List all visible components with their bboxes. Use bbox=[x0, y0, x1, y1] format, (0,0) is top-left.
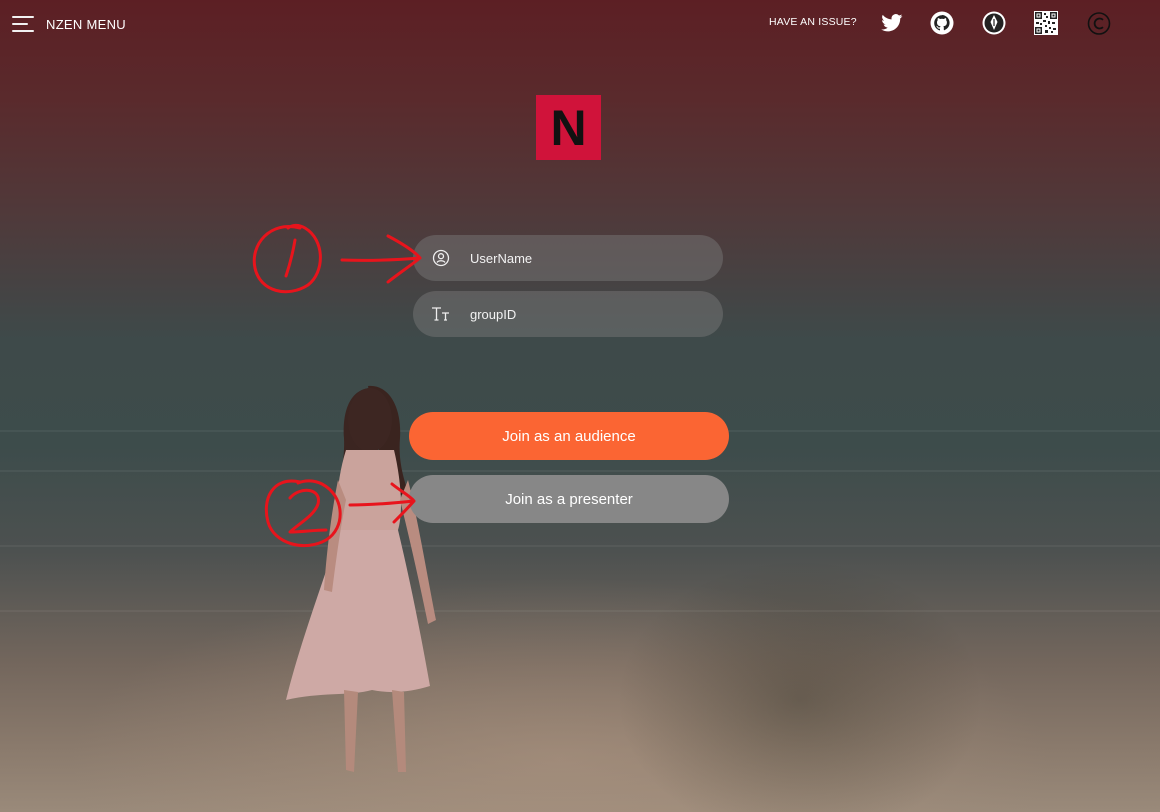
groupid-input[interactable] bbox=[468, 305, 702, 323]
background-wave bbox=[0, 545, 1160, 547]
text-format-icon bbox=[431, 304, 451, 324]
username-input[interactable] bbox=[468, 249, 702, 267]
annotation-numeral-1 bbox=[284, 238, 297, 278]
have-an-issue-link[interactable]: HAVE AN ISSUE? bbox=[769, 16, 857, 28]
join-audience-button[interactable]: Join as an audience bbox=[409, 412, 729, 460]
background-wave bbox=[0, 610, 1160, 612]
join-presenter-button[interactable]: Join as a presenter bbox=[409, 475, 729, 523]
qr-code-icon[interactable] bbox=[1034, 11, 1058, 35]
top-bar: NZEN MENU HAVE AN ISSUE? bbox=[0, 0, 1160, 48]
annotation-circle-1 bbox=[252, 223, 322, 294]
background-wave bbox=[0, 470, 1160, 472]
hamburger-icon bbox=[12, 15, 34, 33]
groupid-field[interactable] bbox=[413, 291, 723, 337]
annotation-arrow-1 bbox=[340, 234, 422, 284]
logo-letter: N bbox=[550, 99, 587, 156]
nzen-logo: N bbox=[536, 95, 601, 160]
pen-nib-icon[interactable] bbox=[982, 11, 1006, 35]
twitter-icon[interactable] bbox=[880, 11, 904, 35]
user-icon bbox=[431, 248, 451, 268]
menu-label: NZEN MENU bbox=[46, 16, 126, 32]
github-icon[interactable] bbox=[930, 11, 954, 35]
username-field[interactable] bbox=[413, 235, 723, 281]
copyright-icon[interactable] bbox=[1087, 11, 1111, 35]
nzen-menu-button[interactable]: NZEN MENU bbox=[12, 13, 142, 35]
